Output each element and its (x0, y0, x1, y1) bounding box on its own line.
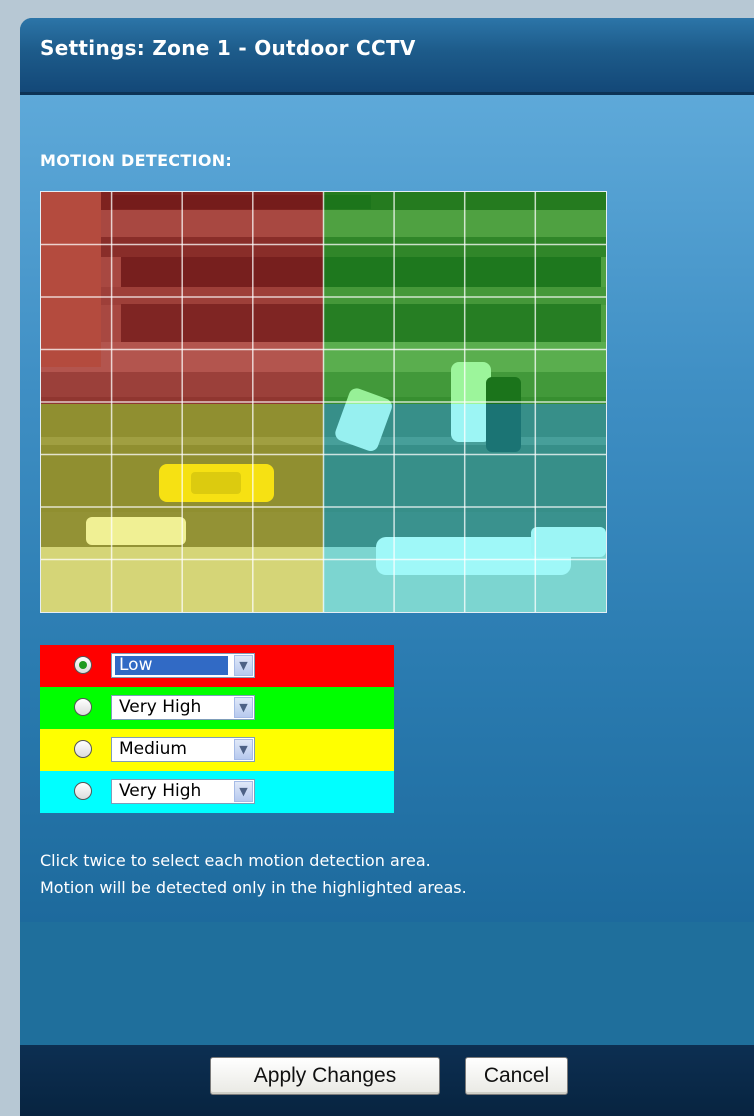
zone-yellow-radio[interactable] (74, 740, 92, 758)
page-title: Settings: Zone 1 - Outdoor CCTV (40, 36, 416, 60)
camera-snapshot[interactable] (40, 191, 607, 613)
panel-header: Settings: Zone 1 - Outdoor CCTV (20, 18, 754, 95)
select-value: Medium (119, 739, 187, 759)
select-value: Low (115, 656, 228, 675)
panel-content: MOTION DETECTION: Low ▼ Very High ▼ Medi… (20, 95, 754, 922)
zone-row-cyan[interactable]: Very High ▼ (40, 771, 394, 813)
zone-red-radio[interactable] (74, 656, 92, 674)
zone-sensitivity-list: Low ▼ Very High ▼ Medium ▼ Very High ▼ (40, 645, 394, 813)
zone-cyan-sensitivity-select[interactable]: Very High ▼ (111, 779, 255, 804)
chevron-down-icon[interactable]: ▼ (234, 697, 253, 718)
zone-green-sensitivity-select[interactable]: Very High ▼ (111, 695, 255, 720)
zone-row-yellow[interactable]: Medium ▼ (40, 729, 394, 771)
help-text: Click twice to select each motion detect… (40, 847, 467, 901)
detection-grid[interactable] (41, 192, 606, 612)
zone-red-sensitivity-select[interactable]: Low ▼ (111, 653, 255, 678)
chevron-down-icon[interactable]: ▼ (234, 655, 253, 676)
help-line-2: Motion will be detected only in the high… (40, 878, 467, 897)
zone-green-radio[interactable] (74, 698, 92, 716)
zone-yellow-sensitivity-select[interactable]: Medium ▼ (111, 737, 255, 762)
zone-cyan-radio[interactable] (74, 782, 92, 800)
panel-footer: Apply Changes Cancel (20, 1045, 754, 1116)
select-value: Very High (119, 697, 202, 717)
zone-row-red[interactable]: Low ▼ (40, 645, 394, 687)
select-value: Very High (119, 781, 202, 801)
help-line-1: Click twice to select each motion detect… (40, 851, 431, 870)
cancel-button[interactable]: Cancel (465, 1057, 568, 1095)
apply-changes-button[interactable]: Apply Changes (210, 1057, 440, 1095)
settings-panel: Settings: Zone 1 - Outdoor CCTV MOTION D… (20, 18, 754, 1116)
chevron-down-icon[interactable]: ▼ (234, 781, 253, 802)
zone-row-green[interactable]: Very High ▼ (40, 687, 394, 729)
chevron-down-icon[interactable]: ▼ (234, 739, 253, 760)
section-title: MOTION DETECTION: (40, 151, 233, 170)
